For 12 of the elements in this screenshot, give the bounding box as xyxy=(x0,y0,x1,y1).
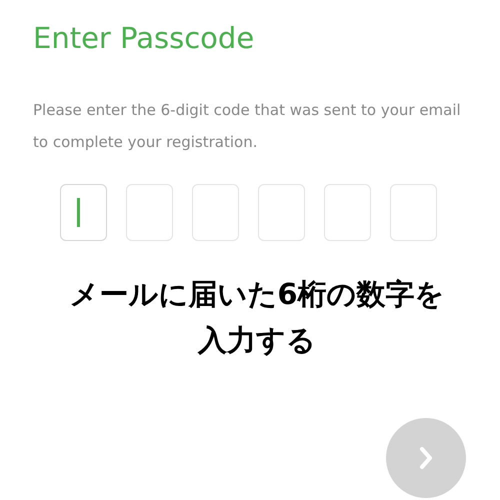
text-cursor xyxy=(77,198,80,227)
chevron-right-icon xyxy=(419,446,433,470)
code-input-field[interactable] xyxy=(60,184,107,241)
code-input-field[interactable] xyxy=(258,184,305,241)
code-input-field[interactable] xyxy=(192,184,239,241)
code-input-field[interactable] xyxy=(324,184,371,241)
code-input-field[interactable] xyxy=(390,184,437,241)
code-input-field[interactable] xyxy=(126,184,173,241)
caption-text: 入力する xyxy=(198,322,316,359)
instructions-text: Please enter the 6-digit code that was sent to your email to complete your registration. xyxy=(33,100,462,153)
caption-text: メールに届いた6桁の数字を xyxy=(69,276,445,313)
page-title: Enter Passcode xyxy=(33,20,254,56)
